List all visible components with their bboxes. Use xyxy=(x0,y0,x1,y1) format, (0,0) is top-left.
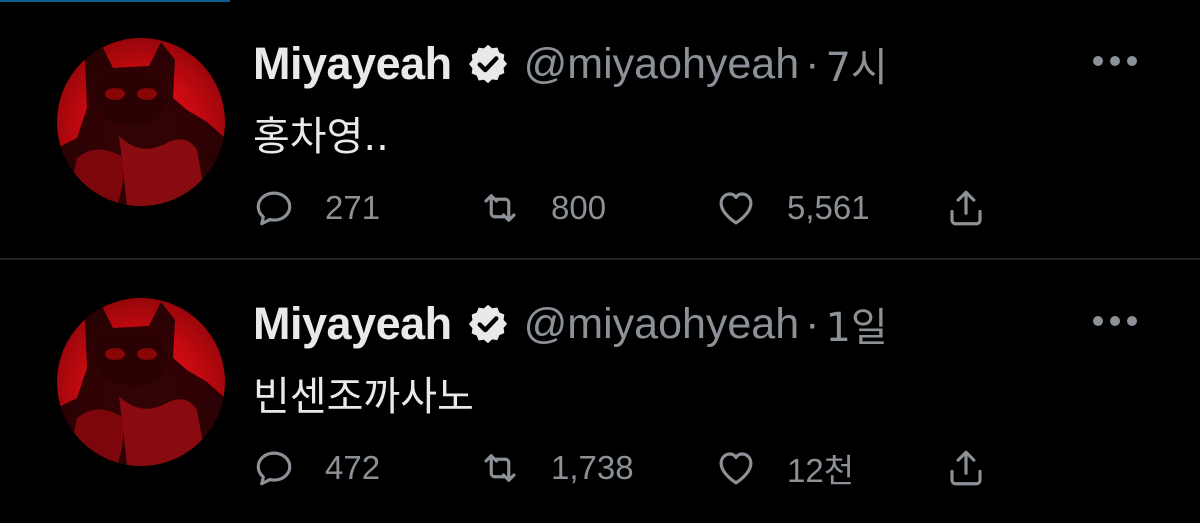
share-button[interactable] xyxy=(945,444,987,492)
verified-badge-icon xyxy=(468,44,507,84)
author-name[interactable]: Miyayeah xyxy=(253,298,452,350)
like-button[interactable]: 12천 xyxy=(715,444,854,492)
like-button[interactable]: 5,561 xyxy=(715,184,870,232)
separator-dot: · xyxy=(805,39,820,88)
reply-button[interactable]: 271 xyxy=(253,184,380,232)
tweet-timestamp[interactable]: 1일 xyxy=(825,295,887,353)
retweet-icon xyxy=(484,454,516,482)
like-count: 5,561 xyxy=(787,189,870,226)
verified-badge-icon xyxy=(468,304,507,344)
reply-count: 271 xyxy=(325,189,381,226)
share-icon xyxy=(950,190,982,226)
avatar[interactable] xyxy=(57,298,225,466)
tweet-item[interactable]: Miyayeah @miyaohyeah · 1일 빈센조까사노 472 1,7… xyxy=(0,260,1200,518)
heart-icon xyxy=(719,192,753,225)
tweet-timestamp[interactable]: 7시 xyxy=(825,35,887,93)
tweet-item[interactable]: Miyayeah @miyaohyeah · 7시 홍차영.. 271 800 … xyxy=(0,0,1200,260)
share-icon xyxy=(950,450,982,486)
avatar-image xyxy=(57,302,225,466)
tweet-header: Miyayeah @miyaohyeah · 1일 xyxy=(253,296,888,352)
author-name[interactable]: Miyayeah xyxy=(253,38,452,90)
tweet-actions: 472 1,738 12천 xyxy=(253,444,1013,492)
retweet-button[interactable]: 800 xyxy=(479,184,606,232)
reply-icon xyxy=(256,451,292,486)
avatar-image xyxy=(57,42,225,206)
tweet-header: Miyayeah @miyaohyeah · 7시 xyxy=(253,36,888,92)
retweet-count: 800 xyxy=(551,189,607,226)
retweet-button[interactable]: 1,738 xyxy=(479,444,634,492)
tweet-actions: 271 800 5,561 xyxy=(253,184,1013,232)
more-options-icon[interactable] xyxy=(1092,54,1138,68)
heart-icon xyxy=(719,452,753,485)
separator-dot: · xyxy=(805,299,820,348)
tweet-feed: Miyayeah @miyaohyeah · 7시 홍차영.. 271 800 … xyxy=(0,0,1200,523)
author-handle[interactable]: @miyaohyeah xyxy=(524,300,800,349)
author-handle[interactable]: @miyaohyeah xyxy=(524,40,800,89)
like-count: 12천 xyxy=(787,452,855,489)
tweet-text: 홍차영.. xyxy=(253,114,389,160)
retweet-count: 1,738 xyxy=(551,449,634,486)
avatar[interactable] xyxy=(57,38,225,206)
reply-count: 472 xyxy=(325,449,381,486)
more-options-icon[interactable] xyxy=(1092,314,1138,328)
retweet-icon xyxy=(484,194,516,222)
share-button[interactable] xyxy=(945,184,987,232)
reply-button[interactable]: 472 xyxy=(253,444,380,492)
tweet-text: 빈센조까사노 xyxy=(253,374,474,420)
reply-icon xyxy=(256,191,292,226)
